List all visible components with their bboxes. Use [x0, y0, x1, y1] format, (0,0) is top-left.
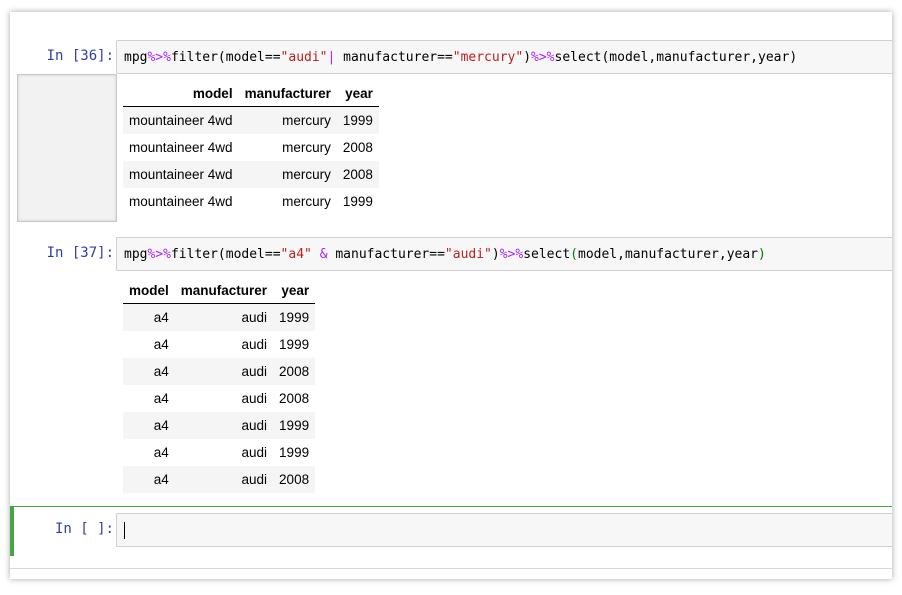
table-cell: mountaineer 4wd: [129, 194, 233, 209]
string-literal: "a4": [280, 247, 312, 262]
code-input-active[interactable]: [116, 513, 892, 547]
pipe-operator: %>%: [499, 247, 524, 262]
column-header: manufacturer: [174, 277, 274, 304]
table-row: a4 audi 1999: [123, 303, 316, 331]
table-row: mountaineer 4wd mercury 1999: [123, 106, 379, 134]
table-cell: audi: [241, 445, 268, 460]
table-cell: mountaineer 4wd: [123, 161, 239, 188]
table-cell: 1999: [279, 445, 310, 460]
table-cell: 2008: [336, 161, 379, 188]
table-cell: audi: [241, 391, 268, 406]
table-row: a4 audi 1999: [123, 439, 315, 466]
code-input[interactable]: mpg%>%filter(model=="audi"| manufacturer…: [116, 40, 892, 74]
code-token: mpg: [124, 247, 148, 262]
column-header: model: [123, 277, 175, 304]
table-cell: 1999: [273, 303, 316, 331]
open-paren: (: [570, 247, 578, 262]
table-cell: 1999: [342, 194, 373, 209]
table-row: a4 audi 2008: [123, 385, 315, 412]
code-token: manufacturer==: [343, 50, 453, 65]
code-token: filter(model==: [170, 50, 281, 65]
table-cell: audi: [174, 466, 274, 493]
column-header: year: [336, 80, 379, 107]
table-cell: audi: [174, 358, 274, 385]
table-cell: 1999: [336, 106, 379, 134]
divider: [10, 568, 892, 569]
output-table-36: model manufacturer year mountaineer 4wd …: [123, 80, 379, 215]
notebook-page: In [36]: mpg%>%filter(model=="audi"| man…: [10, 12, 892, 579]
table-cell: 1999: [279, 337, 310, 352]
table-row: a4 audi 1999: [123, 412, 316, 439]
column-header: model: [123, 80, 239, 107]
table-cell: 2008: [273, 466, 316, 493]
active-cell-border: [10, 506, 892, 507]
code-token: mpg: [124, 50, 148, 65]
table-cell: mountaineer 4wd: [129, 140, 233, 155]
table-cell: mountaineer 4wd: [123, 106, 239, 134]
table-cell: a4: [123, 303, 175, 331]
code-token: ): [491, 247, 500, 262]
table-cell: mercury: [282, 194, 331, 209]
code-token: select: [523, 247, 571, 262]
table-cell: 2008: [342, 140, 373, 155]
table-row: a4 audi 1999: [123, 331, 315, 358]
table-row: mountaineer 4wd mercury 2008: [123, 134, 379, 161]
table-cell: mercury: [238, 106, 337, 134]
or-operator: |: [327, 50, 344, 65]
string-literal: "audi": [280, 50, 328, 65]
pipe-operator: %>%: [531, 50, 555, 65]
table-cell: 1999: [273, 412, 316, 439]
table-cell: mercury: [238, 161, 337, 188]
pipe-operator: %>%: [147, 50, 171, 65]
output-table-37: model manufacturer year a4 audi 1999 a4 …: [123, 277, 316, 493]
and-operator: &: [319, 247, 328, 262]
text-cursor: [124, 522, 125, 539]
table-cell: audi: [174, 303, 274, 331]
code-token: select(model,manufacturer,year): [554, 50, 798, 65]
close-paren: ): [758, 247, 766, 262]
table-cell: a4: [153, 337, 169, 352]
input-prompt: In [ ]:: [54, 521, 114, 537]
column-header: year: [273, 277, 316, 304]
table-cell: a4: [123, 358, 175, 385]
table-cell: audi: [241, 337, 268, 352]
input-prompt: In [36]:: [46, 48, 114, 64]
table-row: a4 audi 2008: [123, 358, 316, 385]
string-literal: "mercury": [452, 50, 524, 65]
table-row: mountaineer 4wd mercury 1999: [123, 188, 379, 215]
table-cell: a4: [123, 412, 175, 439]
code-token: model,manufacturer,year: [578, 247, 759, 262]
input-prompt: In [37]:: [46, 245, 114, 261]
table-row: mountaineer 4wd mercury 2008: [123, 161, 379, 188]
table-cell: 2008: [273, 358, 316, 385]
string-literal: "audi": [444, 247, 492, 262]
code-token: manufacturer==: [335, 247, 445, 262]
output-collapse-area[interactable]: [17, 74, 117, 222]
table-header-row: model manufacturer year: [123, 80, 379, 107]
table-row: a4 audi 2008: [123, 466, 316, 493]
table-cell: audi: [174, 412, 274, 439]
table-cell: a4: [123, 466, 175, 493]
table-cell: mercury: [282, 140, 331, 155]
column-header: manufacturer: [238, 80, 337, 107]
code-token: ): [523, 50, 532, 65]
code-token: filter(model==: [170, 247, 281, 262]
code-input[interactable]: mpg%>%filter(model=="a4" & manufacturer=…: [116, 237, 892, 271]
table-cell: a4: [153, 445, 169, 460]
table-cell: 2008: [279, 391, 310, 406]
table-header-row: model manufacturer year: [123, 277, 316, 304]
pipe-operator: %>%: [147, 247, 171, 262]
table-cell: a4: [153, 391, 169, 406]
